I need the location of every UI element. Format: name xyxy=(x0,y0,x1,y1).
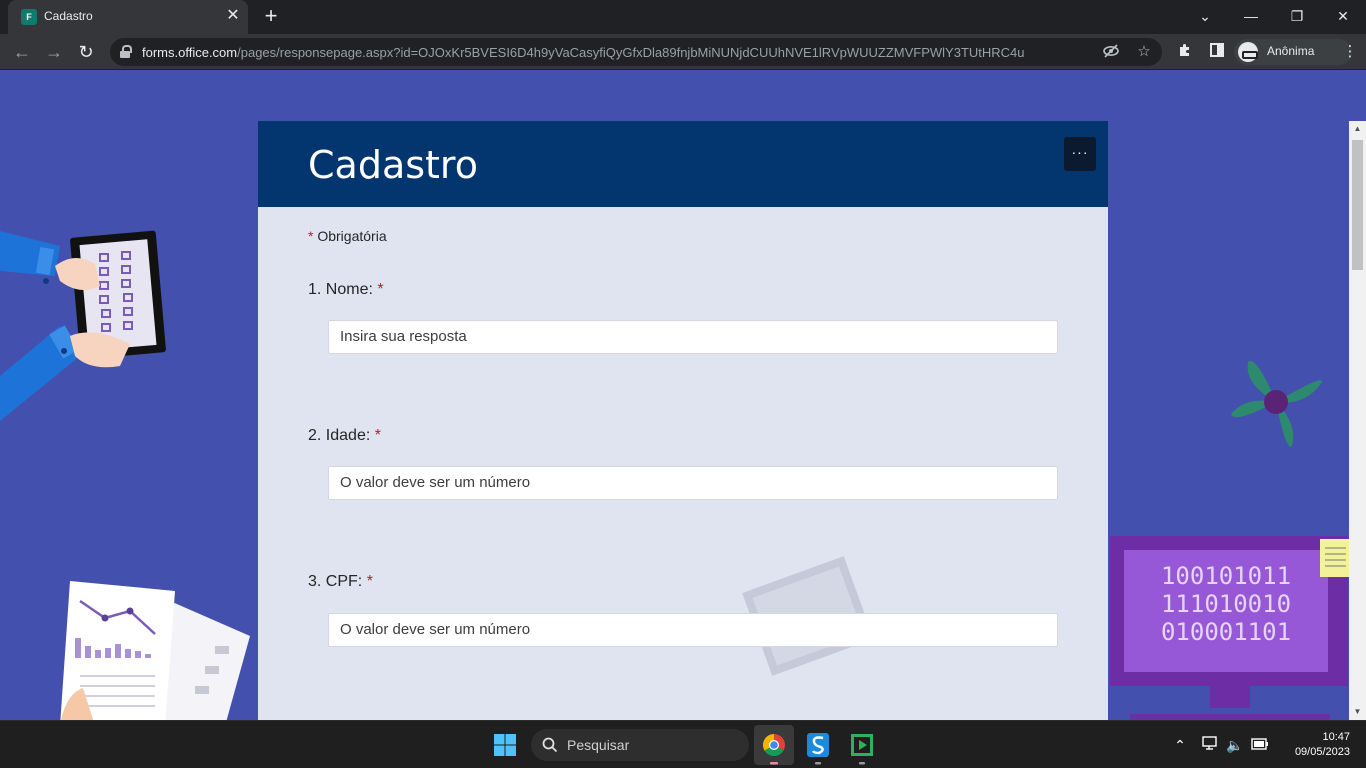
hands-tablet-illustration xyxy=(0,230,166,421)
question-number: 2. xyxy=(308,427,322,444)
tab-title: Cadastro xyxy=(44,9,93,23)
reload-icon[interactable]: ↻ xyxy=(72,38,100,66)
forms-favicon-icon: F xyxy=(21,9,37,25)
tray-chevron-up-icon[interactable]: ⌃ xyxy=(1170,735,1190,755)
question-title: Idade: xyxy=(325,427,371,444)
scroll-up-arrow-icon[interactable]: ▲ xyxy=(1349,121,1366,137)
required-star: * xyxy=(374,427,381,444)
required-note-text: Obrigatória xyxy=(317,228,387,244)
cpf-input[interactable]: O valor deve ser um número xyxy=(328,613,1058,647)
incognito-icon xyxy=(1238,42,1258,62)
required-note: * Obrigatória xyxy=(308,228,387,244)
side-panel-icon[interactable] xyxy=(1207,42,1227,62)
search-icon xyxy=(542,737,558,753)
back-arrow-icon[interactable]: ← xyxy=(8,38,36,66)
scroll-down-arrow-icon[interactable]: ▼ xyxy=(1349,704,1366,720)
app-s-taskbar-icon[interactable] xyxy=(798,725,838,765)
windows-taskbar: Pesquisar ⌃ 🔈 10:47 09/05/2023 xyxy=(0,720,1366,768)
clock-date: 09/05/2023 xyxy=(1294,746,1350,758)
url-path: /pages/responsepage.aspx?id=OJOxKr5BVESI… xyxy=(237,45,1025,60)
url-domain: forms.office.com xyxy=(142,45,238,60)
form-title: Cadastro xyxy=(308,143,478,187)
browser-toolbar: ← → ↻ forms.office.com/pages/responsepag… xyxy=(0,34,1366,70)
lock-icon xyxy=(120,45,132,58)
scroll-thumb[interactable] xyxy=(1352,140,1363,270)
browser-titlebar: F Cadastro ✕ + ⌄ — ❐ ✕ xyxy=(0,0,1366,34)
profile-label: Anônima xyxy=(1267,44,1315,58)
question-2-label: 2. Idade: * xyxy=(308,427,381,445)
window-close-icon[interactable]: ✕ xyxy=(1329,5,1357,27)
question-number: 1. xyxy=(308,281,322,298)
volume-icon[interactable]: 🔈 xyxy=(1225,735,1245,755)
extensions-puzzle-icon[interactable] xyxy=(1175,42,1195,62)
clock-time: 10:47 xyxy=(1322,731,1350,743)
tracking-blocked-eye-icon[interactable] xyxy=(1102,43,1120,61)
media-player-taskbar-icon[interactable] xyxy=(842,725,882,765)
search-label: Pesquisar xyxy=(567,737,630,753)
required-star: * xyxy=(366,573,373,590)
plant-illustration xyxy=(1231,360,1323,447)
browser-tab[interactable]: F Cadastro ✕ xyxy=(8,0,248,34)
page-viewport: 100101011 111010010 010001101 Cadastro ·… xyxy=(0,71,1366,720)
more-options-button[interactable]: ··· xyxy=(1064,137,1096,171)
question-title: Nome: xyxy=(325,281,373,298)
browser-menu-icon[interactable]: ⋮ xyxy=(1340,42,1360,62)
battery-icon[interactable] xyxy=(1250,735,1270,755)
taskbar-clock[interactable]: 10:47 09/05/2023 xyxy=(1278,730,1350,760)
form-header: Cadastro ··· xyxy=(258,121,1108,207)
windows-start-icon[interactable] xyxy=(485,725,525,765)
binary-row: 010001101 xyxy=(1161,618,1291,646)
binary-row: 100101011 xyxy=(1161,562,1291,590)
chrome-taskbar-icon[interactable] xyxy=(754,725,794,765)
name-input[interactable]: Insira sua resposta xyxy=(328,320,1058,354)
form-card: Cadastro ··· * Obrigatória 1. Nome: * In… xyxy=(258,121,1108,720)
taskbar-search[interactable]: Pesquisar xyxy=(531,729,749,761)
network-icon[interactable] xyxy=(1201,735,1221,755)
question-1-label: 1. Nome: * xyxy=(308,281,384,299)
bookmark-star-icon[interactable]: ☆ xyxy=(1135,43,1153,61)
tab-close-icon[interactable]: ✕ xyxy=(223,6,243,26)
page-scrollbar[interactable]: ▲ ▼ xyxy=(1349,121,1366,720)
question-title: CPF: xyxy=(325,573,363,590)
url-text[interactable]: forms.office.com/pages/responsepage.aspx… xyxy=(142,45,1062,60)
question-3-label: 3. CPF: * xyxy=(308,573,373,591)
address-bar[interactable]: forms.office.com/pages/responsepage.aspx… xyxy=(110,38,1162,66)
minimize-icon[interactable]: — xyxy=(1237,5,1265,27)
binary-row: 111010010 xyxy=(1161,590,1291,618)
tab-search-chevron-icon[interactable]: ⌄ xyxy=(1191,5,1219,27)
required-star: * xyxy=(377,281,384,298)
forward-arrow-icon[interactable]: → xyxy=(40,38,68,66)
new-tab-button[interactable]: + xyxy=(259,5,283,29)
question-number: 3. xyxy=(308,573,322,590)
restore-icon[interactable]: ❐ xyxy=(1283,5,1311,27)
required-star: * xyxy=(308,228,314,244)
documents-chart-illustration xyxy=(60,581,250,720)
monitor-binary-illustration: 100101011 111010010 010001101 xyxy=(1110,536,1350,720)
incognito-profile-button[interactable]: Anônima xyxy=(1234,39,1352,65)
age-input[interactable]: O valor deve ser um número xyxy=(328,466,1058,500)
